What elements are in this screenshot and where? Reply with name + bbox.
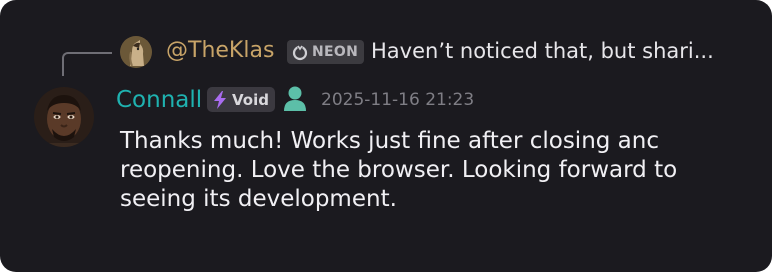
reply-author-badge: NEON [287,40,365,64]
author-avatar[interactable] [34,87,94,147]
lightning-bolt-icon [214,90,226,109]
reply-author-name[interactable]: @TheKlas [166,37,274,65]
horse-avatar-icon [120,36,152,68]
reply-badge-label: NEON [312,44,359,60]
reply-author-avatar[interactable] [120,36,152,68]
reply-connector-line [62,52,112,76]
neon-badge-icon [292,45,308,61]
message-body: Thanks much! Works just fine after closi… [120,128,678,212]
chat-message-card: @TheKlas NEON Haven’t noticed that, but … [0,0,772,272]
role-label: Void [232,90,269,109]
user-presence-icon [284,86,306,111]
author-name[interactable]: Connall [116,85,202,115]
message-timestamp: 2025-11-16 21:23 [321,90,475,110]
author-avatar-image [34,87,94,147]
reply-preview-text[interactable]: Haven’t noticed that, but shari... [371,37,714,65]
author-role-badge: Void [207,87,275,112]
